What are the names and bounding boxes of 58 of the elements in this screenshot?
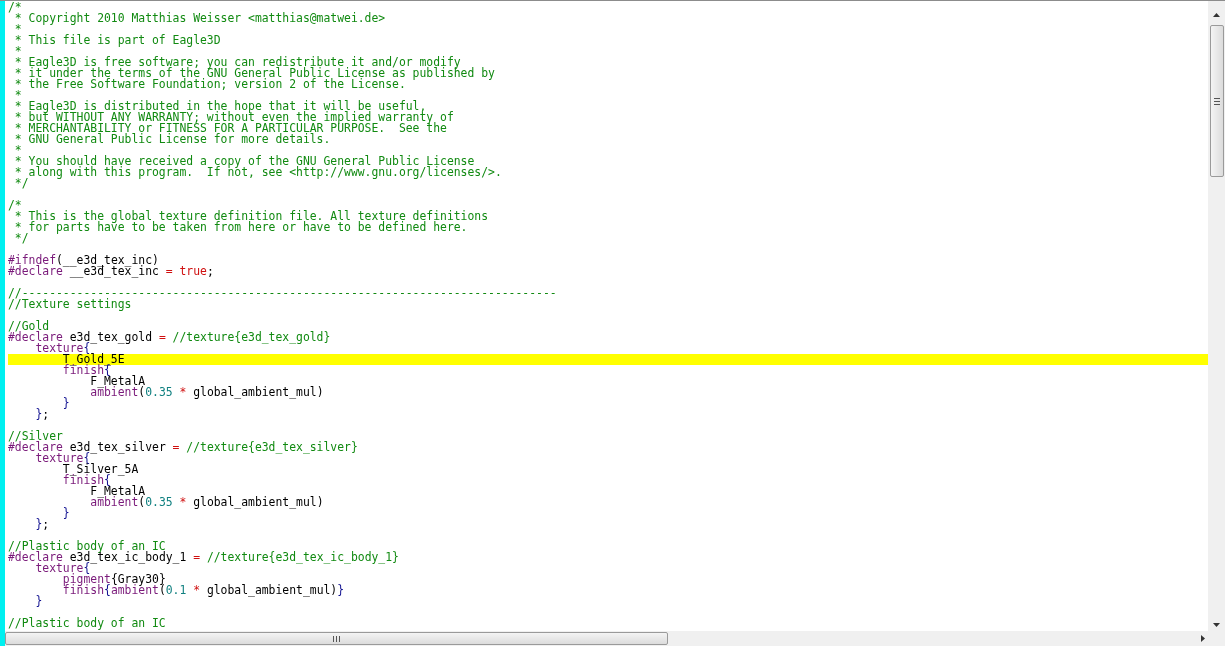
code-line: #declare e3d_tex_silver = //texture{e3d_tex_silver}: [8, 442, 359, 453]
code-line: finish{: [61, 365, 111, 376]
code-line: texture{: [34, 343, 91, 354]
code-line: * Eagle3D is distributed in the hope that it will be useful,: [13, 101, 427, 112]
code-line: * You should have received a copy of the GNU General Public License: [13, 156, 475, 167]
code-line: * This file is part of Eagle3D: [13, 35, 222, 46]
code-line: * Copyright 2010 Matthias Weisser <matthias@matwei.de>: [14, 13, 387, 24]
code-line: T_Silver_5A: [61, 464, 140, 475]
code-line: //------------------------------------------------------------------------------: [8, 288, 558, 299]
code-line: * MERCHANTABILITY or FITNESS FOR A PARTICULAR PURPOSE. See the: [13, 123, 448, 134]
code-line: finish{ambient(0.1 * global_ambient_mul)}: [61, 585, 346, 596]
right-arrow-icon[interactable]: [1201, 635, 1205, 642]
code-line: * for parts have to be taken from here or have to be defined here.: [13, 222, 469, 233]
code-line: //Plastic body of an IC: [8, 541, 166, 552]
code-line: *: [13, 145, 23, 156]
code-line: *: [13, 24, 23, 35]
code-line: };: [34, 519, 51, 530]
scroll-thumb[interactable]: [1209, 25, 1224, 177]
code-line: * the Free Software Foundation; version 2 of the License.: [13, 79, 407, 90]
code-line: pigment{Gray30}: [62, 574, 166, 585]
code-line: */: [13, 233, 30, 244]
code-line: * it under the terms of the GNU General Public License as published by: [13, 68, 496, 79]
scroll-thumb[interactable]: [5, 632, 668, 645]
code-line: //Gold: [8, 321, 50, 332]
grip-icon: [333, 635, 340, 642]
code-line: * GNU General Public License for more details.: [13, 134, 332, 145]
code-line: /*: [8, 200, 23, 211]
grip-icon: [1213, 97, 1220, 105]
code-line: #declare e3d_tex_ic_body_1 = //texture{e3d_tex_ic_body_1}: [8, 552, 400, 563]
code-line: * This is the global texture definition file. All texture definitions: [14, 211, 490, 222]
code-line: #declare __e3d_tex_inc = true;: [8, 266, 215, 277]
code-line: ambient(0.35 * global_ambient_mul): [89, 497, 325, 508]
code-line: ambient(0.35 * global_ambient_mul): [89, 387, 325, 398]
code-line: #ifndef(__e3d_tex_inc): [8, 255, 160, 266]
down-arrow-icon[interactable]: [1213, 623, 1220, 627]
code-line: texture{: [34, 453, 91, 464]
code-line: finish{: [61, 475, 111, 486]
code-line: }: [34, 596, 44, 607]
code-line: * Eagle3D is free software; you can redistribute it and/or modify: [13, 57, 461, 68]
up-arrow-icon[interactable]: [1213, 13, 1220, 17]
horizontal-scrollbar[interactable]: [5, 631, 1225, 646]
code-line: *: [13, 46, 23, 57]
code-line: //Texture settings: [8, 299, 132, 310]
code-line: }: [61, 398, 71, 409]
code-line: */: [13, 178, 29, 189]
code-line: *: [13, 90, 23, 101]
vertical-scrollbar[interactable]: [1208, 1, 1225, 631]
code-line: texture{: [34, 563, 91, 574]
code-line: F_MetalA: [89, 486, 146, 497]
code-line: F_MetalA: [89, 376, 146, 387]
code-line: //Silver: [8, 431, 64, 442]
code-line: #declare e3d_tex_gold = //texture{e3d_tex_gold}: [8, 332, 332, 343]
code-line: * but WITHOUT ANY WARRANTY; without even the implied warranty of: [13, 112, 455, 123]
code-line: /*: [8, 2, 23, 13]
code-line: //Plastic body of an IC: [8, 618, 167, 629]
code-line: }: [61, 508, 71, 519]
code-line: };: [34, 409, 51, 420]
code-line: * along with this program. If not, see <http://www.gnu.org/licenses/>.: [13, 167, 503, 178]
